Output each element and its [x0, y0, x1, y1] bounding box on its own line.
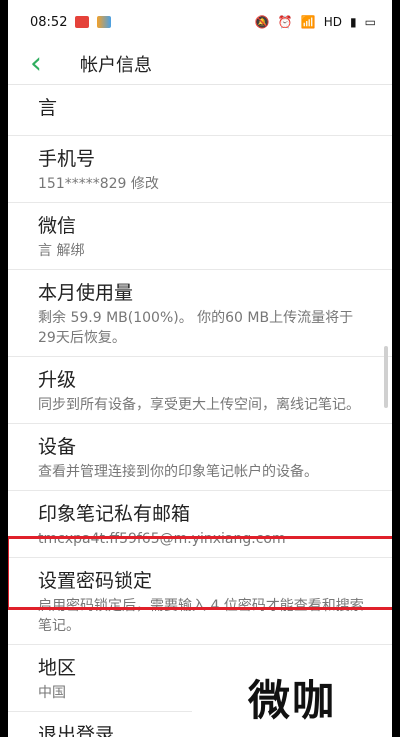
list-item-label: 微信 — [38, 215, 77, 237]
list-item-phone[interactable]: 手机号 151*****829 修改 — [8, 136, 392, 203]
list-item-subtext: 查看并管理连接到你的印象笔记帐户的设备。 — [38, 464, 318, 480]
list-item-subtext: 剩余 59.9 MB(100%)。 你的60 MB上传流量将于29天后恢复。 — [38, 310, 354, 346]
phone-screen: 08:52 🔕 ⏰ 📶 HD ▮ ▭ ‹ 帐户信息 言 手机号 151*****… — [8, 0, 392, 737]
list-item-username[interactable]: 言 — [8, 85, 392, 136]
alarm-icon: ⏰ — [277, 15, 293, 29]
mute-icon: 🔕 — [254, 15, 270, 29]
account-info-list: 言 手机号 151*****829 修改 微信 言 解绑 本月使用量 剩余 59… — [8, 85, 392, 737]
status-bar: 08:52 🔕 ⏰ 📶 HD ▮ ▭ — [8, 0, 392, 44]
app-badge-icon — [97, 16, 112, 28]
list-item-monthly-usage[interactable]: 本月使用量 剩余 59.9 MB(100%)。 你的60 MB上传流量将于29天… — [8, 270, 392, 357]
status-time: 08:52 — [30, 14, 68, 30]
battery-icon: ▭ — [364, 15, 376, 29]
notification-badge-icon — [75, 16, 90, 28]
list-item-label: 言 — [38, 97, 58, 119]
list-item-devices[interactable]: 设备 查看并管理连接到你的印象笔记帐户的设备。 — [8, 424, 392, 491]
page-title: 帐户信息 — [80, 55, 152, 76]
list-item-private-email[interactable]: 印象笔记私有邮箱 tmcxpa4t.ff59f65@m.yinxiang.com — [8, 491, 392, 558]
chevron-left-icon[interactable]: ‹ — [30, 49, 42, 79]
list-item-label: 印象笔记私有邮箱 — [38, 503, 191, 525]
list-item-subtext: 同步到所有设备，享受更大上传空间，离线记笔记。 — [38, 397, 360, 413]
network-type: HD — [323, 15, 343, 29]
list-item-label: 手机号 — [38, 148, 96, 170]
list-item-label: 设置密码锁定 — [38, 570, 153, 592]
list-item-subtext: 启用密码锁定后，需要输入 4 位密码才能查看和搜索笔记。 — [38, 598, 364, 634]
list-item-label: 设备 — [38, 436, 77, 458]
list-item-upgrade[interactable]: 升级 同步到所有设备，享受更大上传空间，离线记笔记。 — [8, 357, 392, 424]
scrollbar[interactable] — [384, 346, 388, 408]
wifi-icon: 📶 — [300, 15, 316, 29]
list-item-label: 本月使用量 — [38, 282, 134, 304]
watermark-logo: 微咖 — [192, 657, 392, 737]
list-item-subtext: 151*****829 修改 — [38, 176, 159, 192]
list-item-passcode-lock[interactable]: 设置密码锁定 启用密码锁定后，需要输入 4 位密码才能查看和搜索笔记。 — [8, 558, 392, 645]
list-item-subtext: 言 解绑 — [38, 243, 85, 259]
list-item-subtext: tmcxpa4t.ff59f65@m.yinxiang.com — [38, 531, 286, 547]
signal-icon: ▮ — [350, 15, 357, 29]
list-item-label: 升级 — [38, 369, 77, 391]
list-item-wechat[interactable]: 微信 言 解绑 — [8, 203, 392, 270]
app-bar: ‹ 帐户信息 — [8, 44, 392, 85]
